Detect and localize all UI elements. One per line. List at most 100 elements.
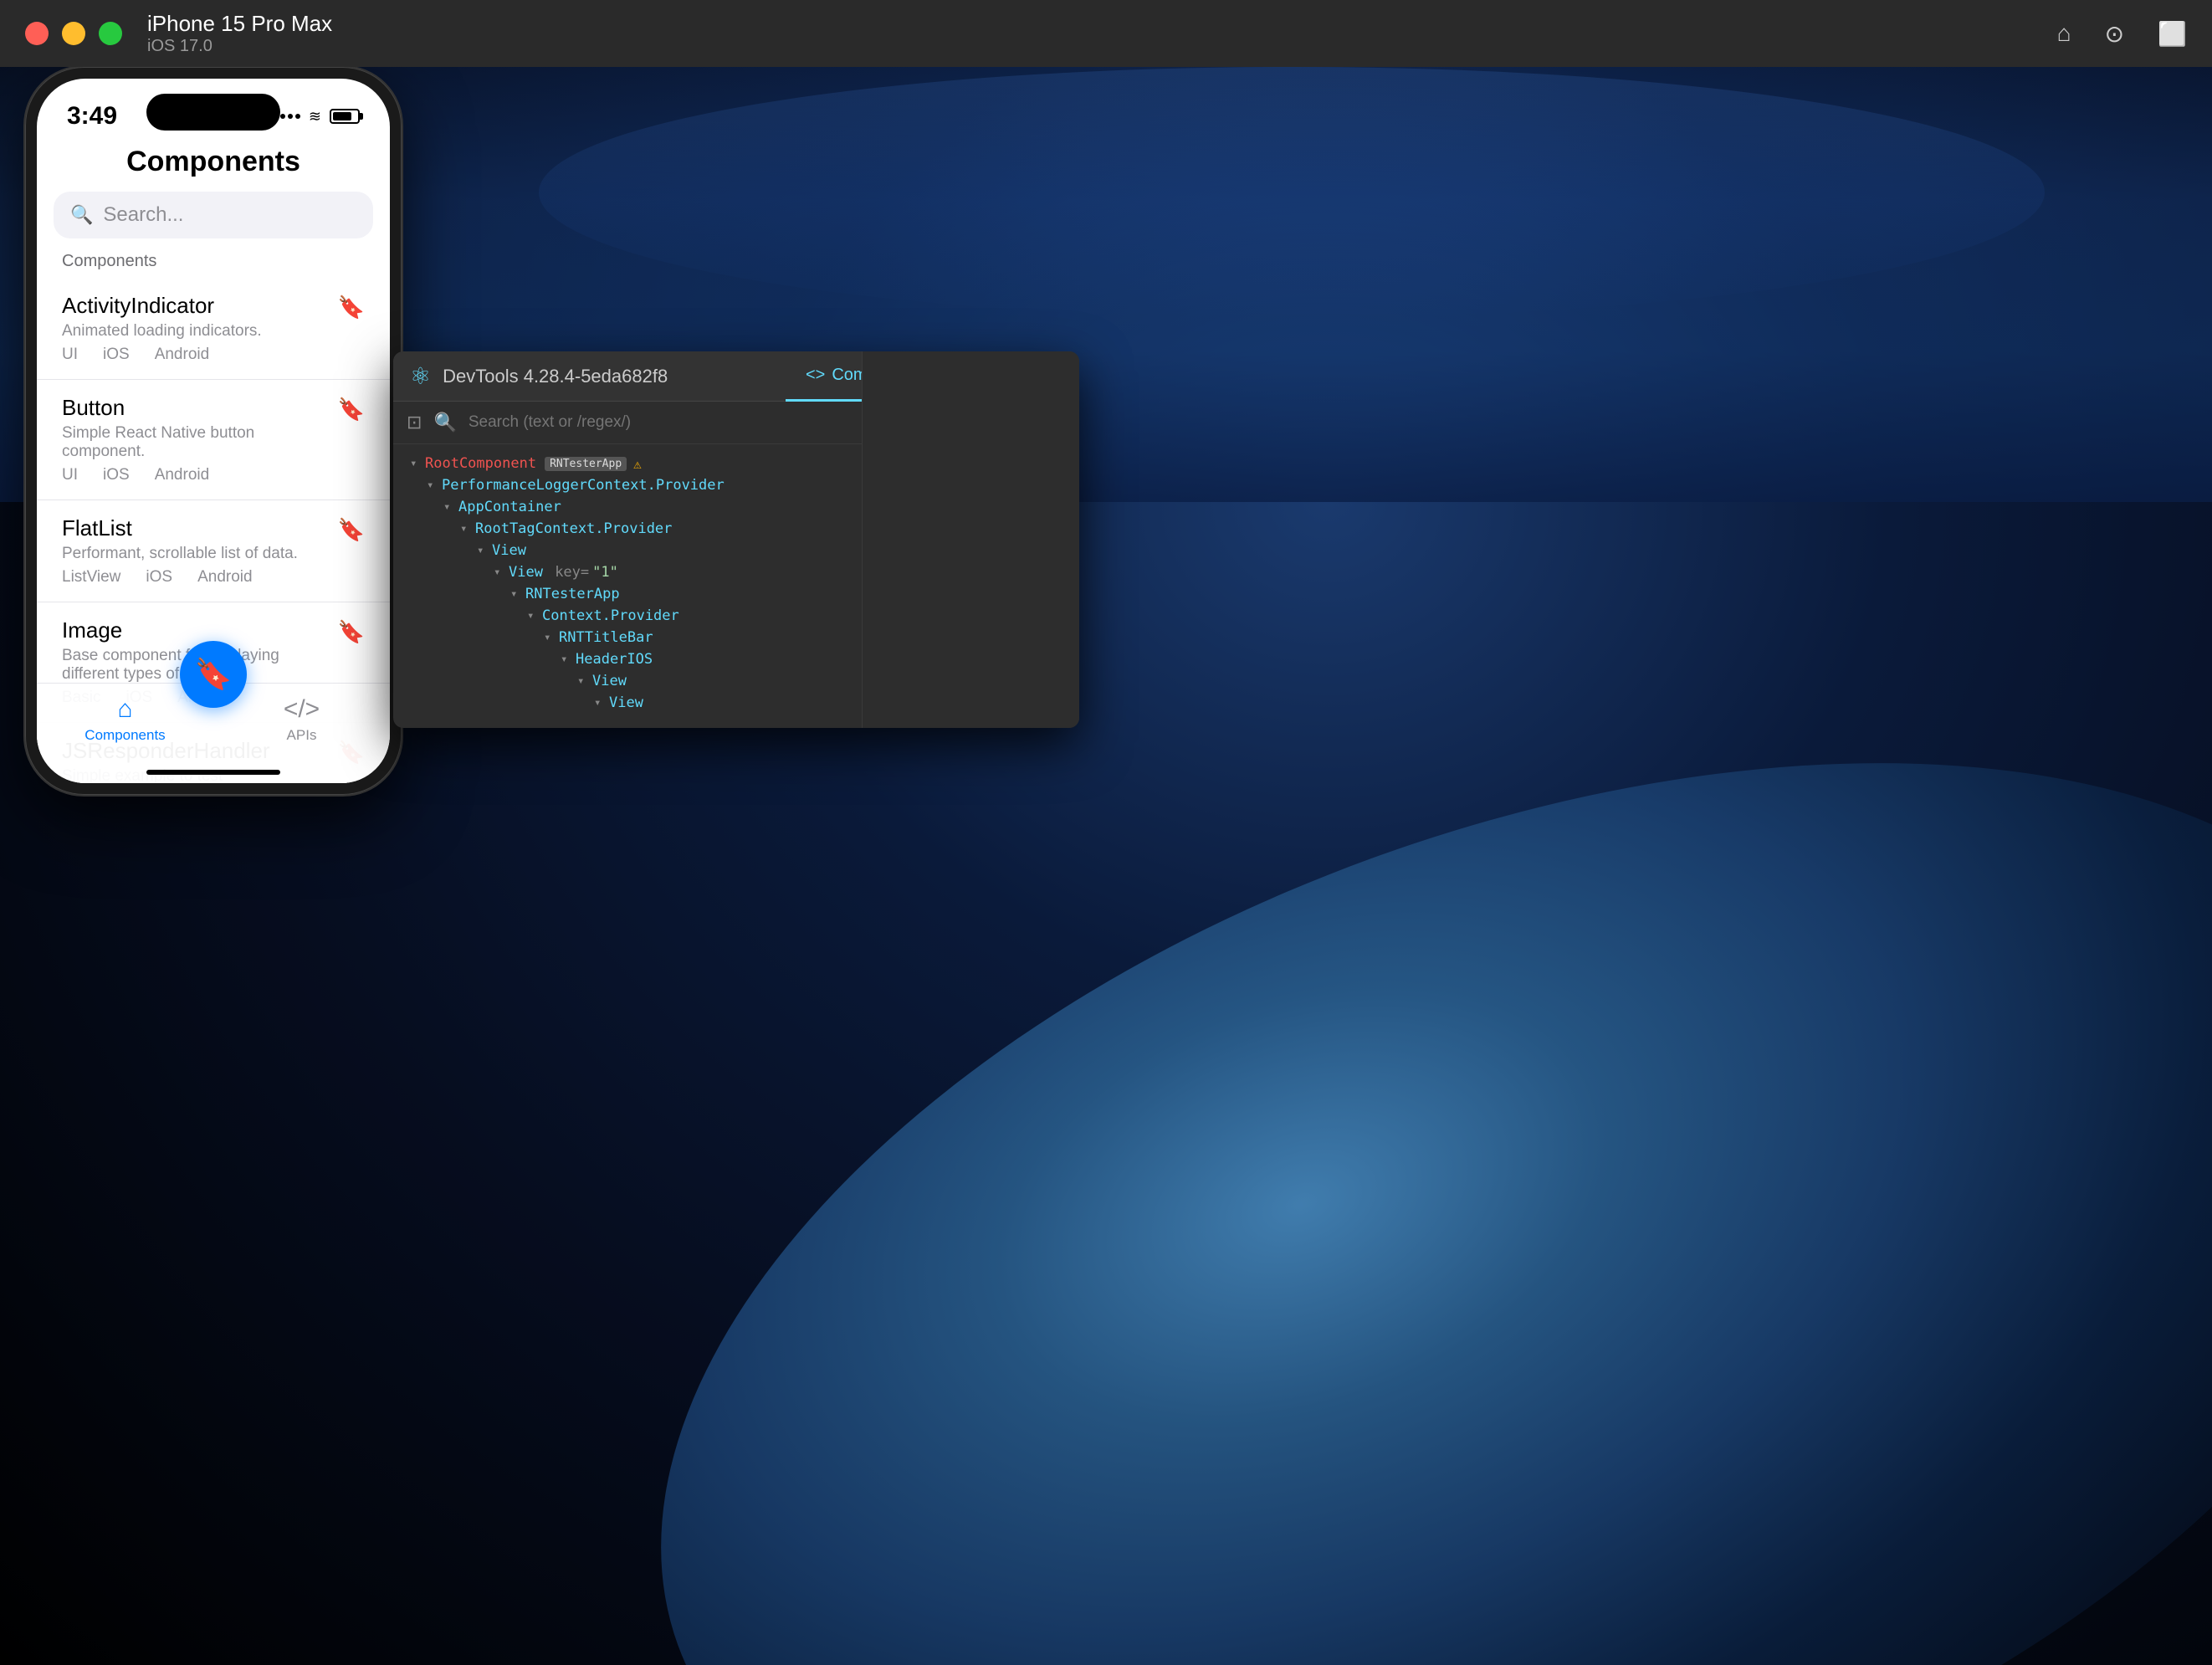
node-label: View bbox=[509, 564, 543, 581]
chevron-icon: ▾ bbox=[510, 587, 522, 601]
node-badge: RNTesterApp bbox=[545, 457, 627, 471]
iphone-indicators: ≋ bbox=[280, 108, 360, 126]
chevron-icon: ▾ bbox=[443, 500, 455, 514]
search-bar[interactable]: 🔍 Search... bbox=[54, 192, 373, 238]
tab-components-label: Components bbox=[84, 727, 165, 744]
chevron-icon: ▾ bbox=[477, 544, 489, 557]
component-tags: UI iOS Android bbox=[62, 466, 338, 484]
node-label: Context.Provider bbox=[542, 607, 679, 624]
component-android: Android bbox=[197, 568, 253, 587]
component-category: UI bbox=[62, 346, 78, 364]
bookmark-icon[interactable]: 🔖 bbox=[338, 397, 365, 423]
list-item[interactable]: FlatList Performant, scrollable list of … bbox=[37, 500, 390, 602]
component-desc: Performant, scrollable list of data. bbox=[62, 545, 338, 563]
signal-icon bbox=[280, 114, 300, 119]
iphone-time: 3:49 bbox=[67, 102, 117, 131]
list-item[interactable]: Button Simple React Native button compon… bbox=[37, 380, 390, 500]
minimize-button[interactable] bbox=[62, 22, 85, 45]
component-ios: iOS bbox=[103, 466, 130, 484]
chevron-icon: ▾ bbox=[577, 674, 589, 688]
react-logo: ⚛ bbox=[410, 362, 431, 390]
node-label: View bbox=[592, 673, 627, 689]
component-info: FlatList Performant, scrollable list of … bbox=[62, 515, 338, 587]
node-label: RootTagContext.Provider bbox=[475, 520, 672, 537]
component-name: FlatList bbox=[62, 515, 338, 541]
node-label: RNTTitleBar bbox=[559, 629, 653, 646]
camera-icon[interactable]: ⊙ bbox=[2105, 20, 2124, 48]
right-panel bbox=[862, 351, 1079, 728]
component-info: ActivityIndicator Animated loading indic… bbox=[62, 293, 338, 364]
node-value: "1" bbox=[592, 564, 618, 581]
warning-icon: ⚠ bbox=[633, 456, 642, 472]
node-label: RootComponent bbox=[425, 455, 536, 472]
screenshot-icon[interactable]: ⬜ bbox=[2158, 20, 2187, 48]
close-button[interactable] bbox=[25, 22, 49, 45]
home-tab-icon: ⌂ bbox=[117, 695, 132, 724]
iphone-shell: 3:49 ≋ Components bbox=[25, 67, 402, 795]
component-ios: iOS bbox=[103, 346, 130, 364]
chevron-icon: ▾ bbox=[527, 609, 539, 622]
list-item[interactable]: ActivityIndicator Animated loading indic… bbox=[37, 278, 390, 380]
iphone-status-bar: 3:49 ≋ bbox=[37, 79, 390, 137]
chevron-icon: ▾ bbox=[561, 653, 572, 666]
home-indicator bbox=[146, 770, 280, 775]
iphone-screen: 3:49 ≋ Components bbox=[37, 79, 390, 783]
bookmark-icon[interactable]: 🔖 bbox=[338, 295, 365, 320]
macos-titlebar: iPhone 15 Pro Max iOS 17.0 ⌂ ⊙ ⬜ bbox=[0, 0, 2212, 67]
search-icon: 🔍 bbox=[70, 204, 93, 226]
component-android: Android bbox=[155, 466, 210, 484]
tab-components[interactable]: ⌂ Components bbox=[37, 695, 213, 744]
bookmark-icon[interactable]: 🔖 bbox=[338, 619, 365, 645]
titlebar-controls: ⌂ ⊙ ⬜ bbox=[2057, 20, 2187, 48]
device-os: iOS 17.0 bbox=[147, 37, 332, 56]
component-name: Image bbox=[62, 617, 338, 643]
device-info: iPhone 15 Pro Max iOS 17.0 bbox=[147, 11, 332, 56]
dynamic-island bbox=[146, 94, 280, 131]
chevron-icon: ▾ bbox=[494, 566, 505, 579]
battery-icon bbox=[330, 109, 360, 124]
components-tab-icon: <> bbox=[806, 366, 825, 385]
chevron-icon: ▾ bbox=[594, 696, 606, 710]
tab-apis[interactable]: </> APIs bbox=[213, 695, 390, 744]
component-tags: UI iOS Android bbox=[62, 346, 338, 364]
home-icon[interactable]: ⌂ bbox=[2057, 20, 2071, 47]
node-label: AppContainer bbox=[458, 499, 561, 515]
bookmark-icon[interactable]: 🔖 bbox=[338, 517, 365, 543]
component-desc: Simple React Native button component. bbox=[62, 424, 338, 461]
iphone-container: 3:49 ≋ Components bbox=[25, 67, 402, 795]
chevron-icon: ▾ bbox=[544, 631, 556, 644]
glow-visual bbox=[539, 67, 2045, 318]
chevron-icon: ▾ bbox=[410, 457, 422, 470]
component-ios: iOS bbox=[146, 568, 172, 587]
search-icon: 🔍 bbox=[433, 412, 456, 433]
component-name: Button bbox=[62, 395, 338, 421]
component-category: ListView bbox=[62, 568, 120, 587]
component-desc: Animated loading indicators. bbox=[62, 322, 338, 341]
app-header: Components bbox=[37, 137, 390, 192]
fab-bookmark-button[interactable]: 🔖 bbox=[180, 641, 247, 708]
chevron-icon: ▾ bbox=[427, 479, 438, 492]
maximize-button[interactable] bbox=[99, 22, 122, 45]
search-placeholder: Search... bbox=[103, 203, 183, 227]
devtools-panel: ⚛ DevTools 4.28.4-5eda682f8 <> Component… bbox=[393, 351, 1079, 728]
apis-tab-icon: </> bbox=[284, 695, 320, 724]
node-label: View bbox=[492, 542, 526, 559]
traffic-lights bbox=[25, 22, 122, 45]
node-attr: key= bbox=[546, 564, 589, 581]
fab-bookmark-icon: 🔖 bbox=[195, 657, 233, 692]
node-label: PerformanceLoggerContext.Provider bbox=[442, 477, 725, 494]
tab-apis-label: APIs bbox=[287, 727, 317, 744]
chevron-icon: ▾ bbox=[460, 522, 472, 535]
inspect-icon[interactable]: ⊡ bbox=[407, 412, 422, 433]
devtools-title: DevTools 4.28.4-5eda682f8 bbox=[443, 366, 668, 387]
device-name: iPhone 15 Pro Max bbox=[147, 11, 332, 37]
component-category: UI bbox=[62, 466, 78, 484]
component-info: Button Simple React Native button compon… bbox=[62, 395, 338, 484]
node-label: HeaderIOS bbox=[576, 651, 653, 668]
node-label: View bbox=[609, 694, 643, 711]
wifi-icon: ≋ bbox=[309, 108, 321, 126]
component-android: Android bbox=[155, 346, 210, 364]
component-tags: ListView iOS Android bbox=[62, 568, 338, 587]
component-name: ActivityIndicator bbox=[62, 293, 338, 319]
node-label: RNTesterApp bbox=[525, 586, 620, 602]
